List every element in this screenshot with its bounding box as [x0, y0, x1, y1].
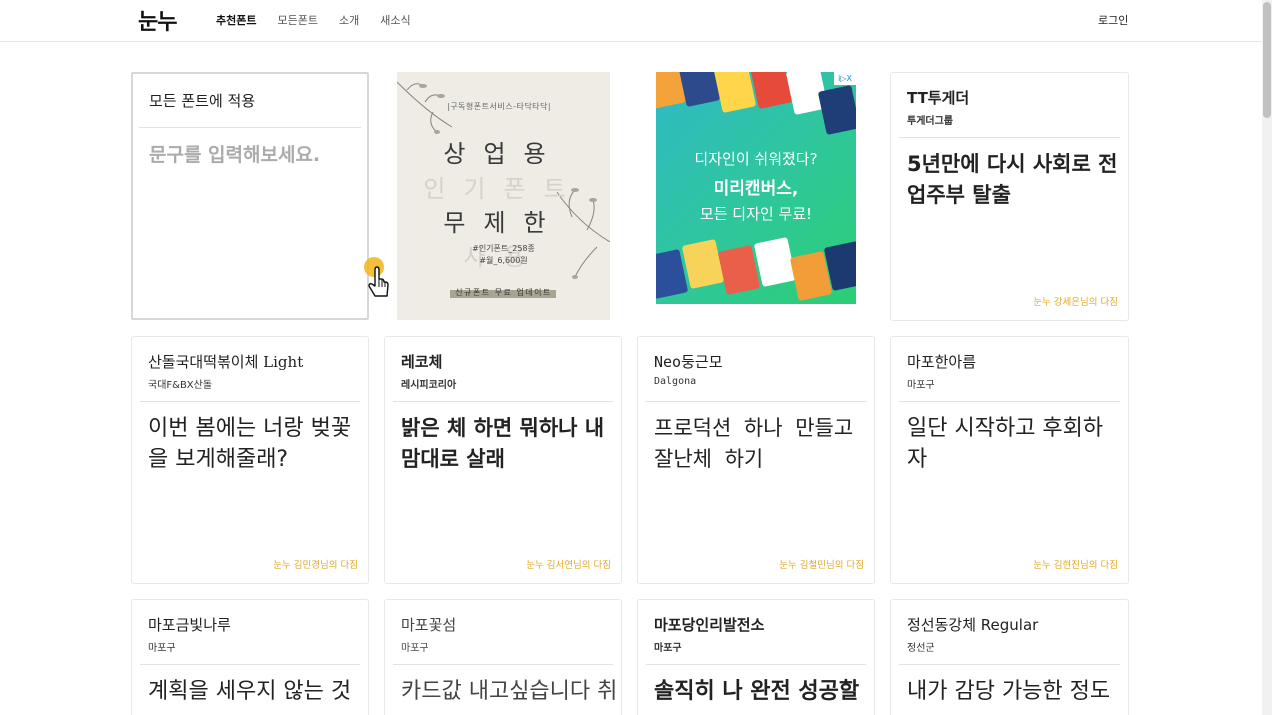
font-name: 마포금빛나루: [148, 616, 231, 634]
font-maker: 마포구: [148, 643, 176, 654]
font-name: TT투게더: [907, 89, 970, 107]
ad-bottom-text: 신규폰트 무료 업데이트: [455, 288, 552, 297]
ad-tile: [713, 72, 757, 114]
page-scrollbar[interactable]: [1262, 0, 1272, 715]
font-card[interactable]: 산돌국대떡볶이체 Light 국대F&BX산돌 이번 봄에는 너랑 벚꽃을 보게…: [131, 336, 369, 584]
divider: [393, 401, 613, 402]
ad-tile: [681, 238, 725, 290]
font-maker: Dalgona: [654, 376, 697, 387]
font-name: 마포꽃섬: [401, 616, 457, 634]
font-name: 마포한아름: [907, 353, 977, 371]
login-link[interactable]: 로그인: [1098, 12, 1128, 28]
main-nav: 추천폰트 모든폰트 소개 새소식: [216, 12, 432, 28]
font-sample-text: 솔직히 나 완전 성공할: [654, 679, 860, 704]
font-sample-text: 계획을 세우지 않는 것: [148, 679, 352, 704]
font-sample-text: 일단 시작하고 후회하자: [907, 416, 1104, 472]
ad-choices-icon[interactable]: i▷X: [834, 72, 856, 85]
font-card[interactable]: 레코체 레시피코리아 밝은 체 하면 뭐하나 내 맘대로 살래 눈누 김서연님의…: [384, 336, 622, 584]
font-card[interactable]: Neo둥근모 Dalgona 프로덕션 하나 만들고 잘난체 하기 눈누 김철민…: [637, 336, 875, 584]
card-credit: 눈누 강세은님의 다짐: [1033, 297, 1118, 308]
ad-line-1: 디자인이 쉬워졌다?: [694, 150, 818, 168]
divider: [393, 664, 613, 665]
divider: [646, 401, 866, 402]
font-name: 마포당인리발전소: [654, 616, 765, 634]
font-sample-text: 밝은 체 하면 뭐하나 내 맘대로 살래: [401, 416, 605, 471]
divider: [899, 137, 1120, 138]
apply-all-fonts-box: 모든 폰트에 적용: [131, 72, 369, 320]
card-credit: 눈누 김서연님의 다짐: [526, 560, 611, 571]
font-maker: 레시피코리아: [401, 380, 457, 391]
ad-banner-subscription-fonts[interactable]: |구독형폰트서비스-타닥타닥| 상업용 인기폰트 무제한 사용 #인기폰트_25…: [397, 72, 610, 320]
nav-about[interactable]: 소개: [339, 12, 359, 28]
nav-recommended-fonts[interactable]: 추천폰트: [216, 12, 256, 28]
ad-tile: [817, 84, 856, 136]
divider: [140, 401, 360, 402]
font-card[interactable]: 마포금빛나루 마포구 계획을 세우지 않는 것: [131, 599, 369, 715]
hand-cursor-icon: [364, 257, 389, 297]
sample-text-input[interactable]: [149, 144, 349, 166]
apply-all-title: 모든 폰트에 적용: [149, 92, 256, 110]
font-card[interactable]: 마포꽃섬 마포구 카드값 내고싶습니다 취: [384, 599, 622, 715]
ad-banner-miricanvas[interactable]: i▷X 디자인이 쉬워졌다? 미리캔버스, 모든 디자인 무료!: [656, 72, 856, 304]
font-maker: 마포구: [401, 643, 429, 654]
font-maker: 마포구: [907, 380, 935, 391]
ad-headline-2: 인기폰트: [423, 175, 584, 203]
ad-tile: [717, 244, 761, 296]
font-card[interactable]: 마포한아름 마포구 일단 시작하고 후회하자 눈누 김현진님의 다짐: [890, 336, 1129, 584]
card-credit: 눈누 김민경님의 다짐: [273, 560, 358, 571]
top-navbar: 눈누 추천폰트 모든폰트 소개 새소식 로그인: [0, 0, 1262, 42]
font-name: 산돌국대떡볶이체 Light: [148, 353, 304, 371]
font-maker: 마포구: [654, 643, 682, 654]
font-maker: 정선군: [907, 643, 935, 654]
font-card[interactable]: TT투게더 투게더그룹 5년만에 다시 사회로 전업주부 탈출 눈누 강세은님의…: [890, 72, 1129, 321]
divider: [140, 664, 360, 665]
ad-detail-1: #인기폰트_258종: [472, 244, 535, 253]
ad-line-2: 미리캔버스,: [713, 179, 799, 199]
font-name: Neo둥근모: [654, 353, 723, 371]
font-card[interactable]: 마포당인리발전소 마포구 솔직히 나 완전 성공할: [637, 599, 875, 715]
card-credit: 눈누 김현진님의 다짐: [1033, 560, 1118, 571]
nav-all-fonts[interactable]: 모든폰트: [277, 12, 317, 28]
font-sample-text: 5년만에 다시 사회로 전업주부 탈출: [907, 152, 1118, 207]
ad-headline-1: 상업용: [443, 140, 564, 168]
card-credit: 눈누 김철민님의 다짐: [779, 560, 864, 571]
font-maker: 국대F&BX산돌: [148, 380, 213, 391]
font-maker: 투게더그룹: [907, 116, 953, 127]
logo[interactable]: 눈누: [138, 4, 177, 36]
font-sample-text: 카드값 내고싶습니다 취: [401, 679, 618, 704]
font-sample-text: 프로덕션 하나 만들고 잘난체 하기: [654, 416, 854, 471]
ad-line-3: 모든 디자인 무료!: [699, 205, 813, 223]
divider: [899, 401, 1120, 402]
ad-tag: |구독형폰트서비스-타닥타닥|: [447, 102, 552, 111]
nav-news[interactable]: 새소식: [380, 12, 410, 28]
ad-headline-3: 무제한: [443, 209, 564, 237]
font-card[interactable]: 정선동강체 Regular 정선군 내가 감당 가능한 정도: [890, 599, 1129, 715]
divider: [646, 664, 866, 665]
font-sample-text: 내가 감당 가능한 정도: [907, 679, 1111, 704]
ad-tile: [749, 72, 793, 110]
font-name: 레코체: [401, 353, 443, 371]
font-name: 정선동강체 Regular: [907, 616, 1039, 634]
scrollbar-thumb[interactable]: [1263, 2, 1271, 118]
ad-detail-2: #월_6,600원: [479, 256, 528, 265]
font-sample-text: 이번 봄에는 너랑 벚꽃을 보게해줄래?: [148, 416, 352, 472]
divider: [139, 127, 361, 128]
divider: [899, 664, 1120, 665]
